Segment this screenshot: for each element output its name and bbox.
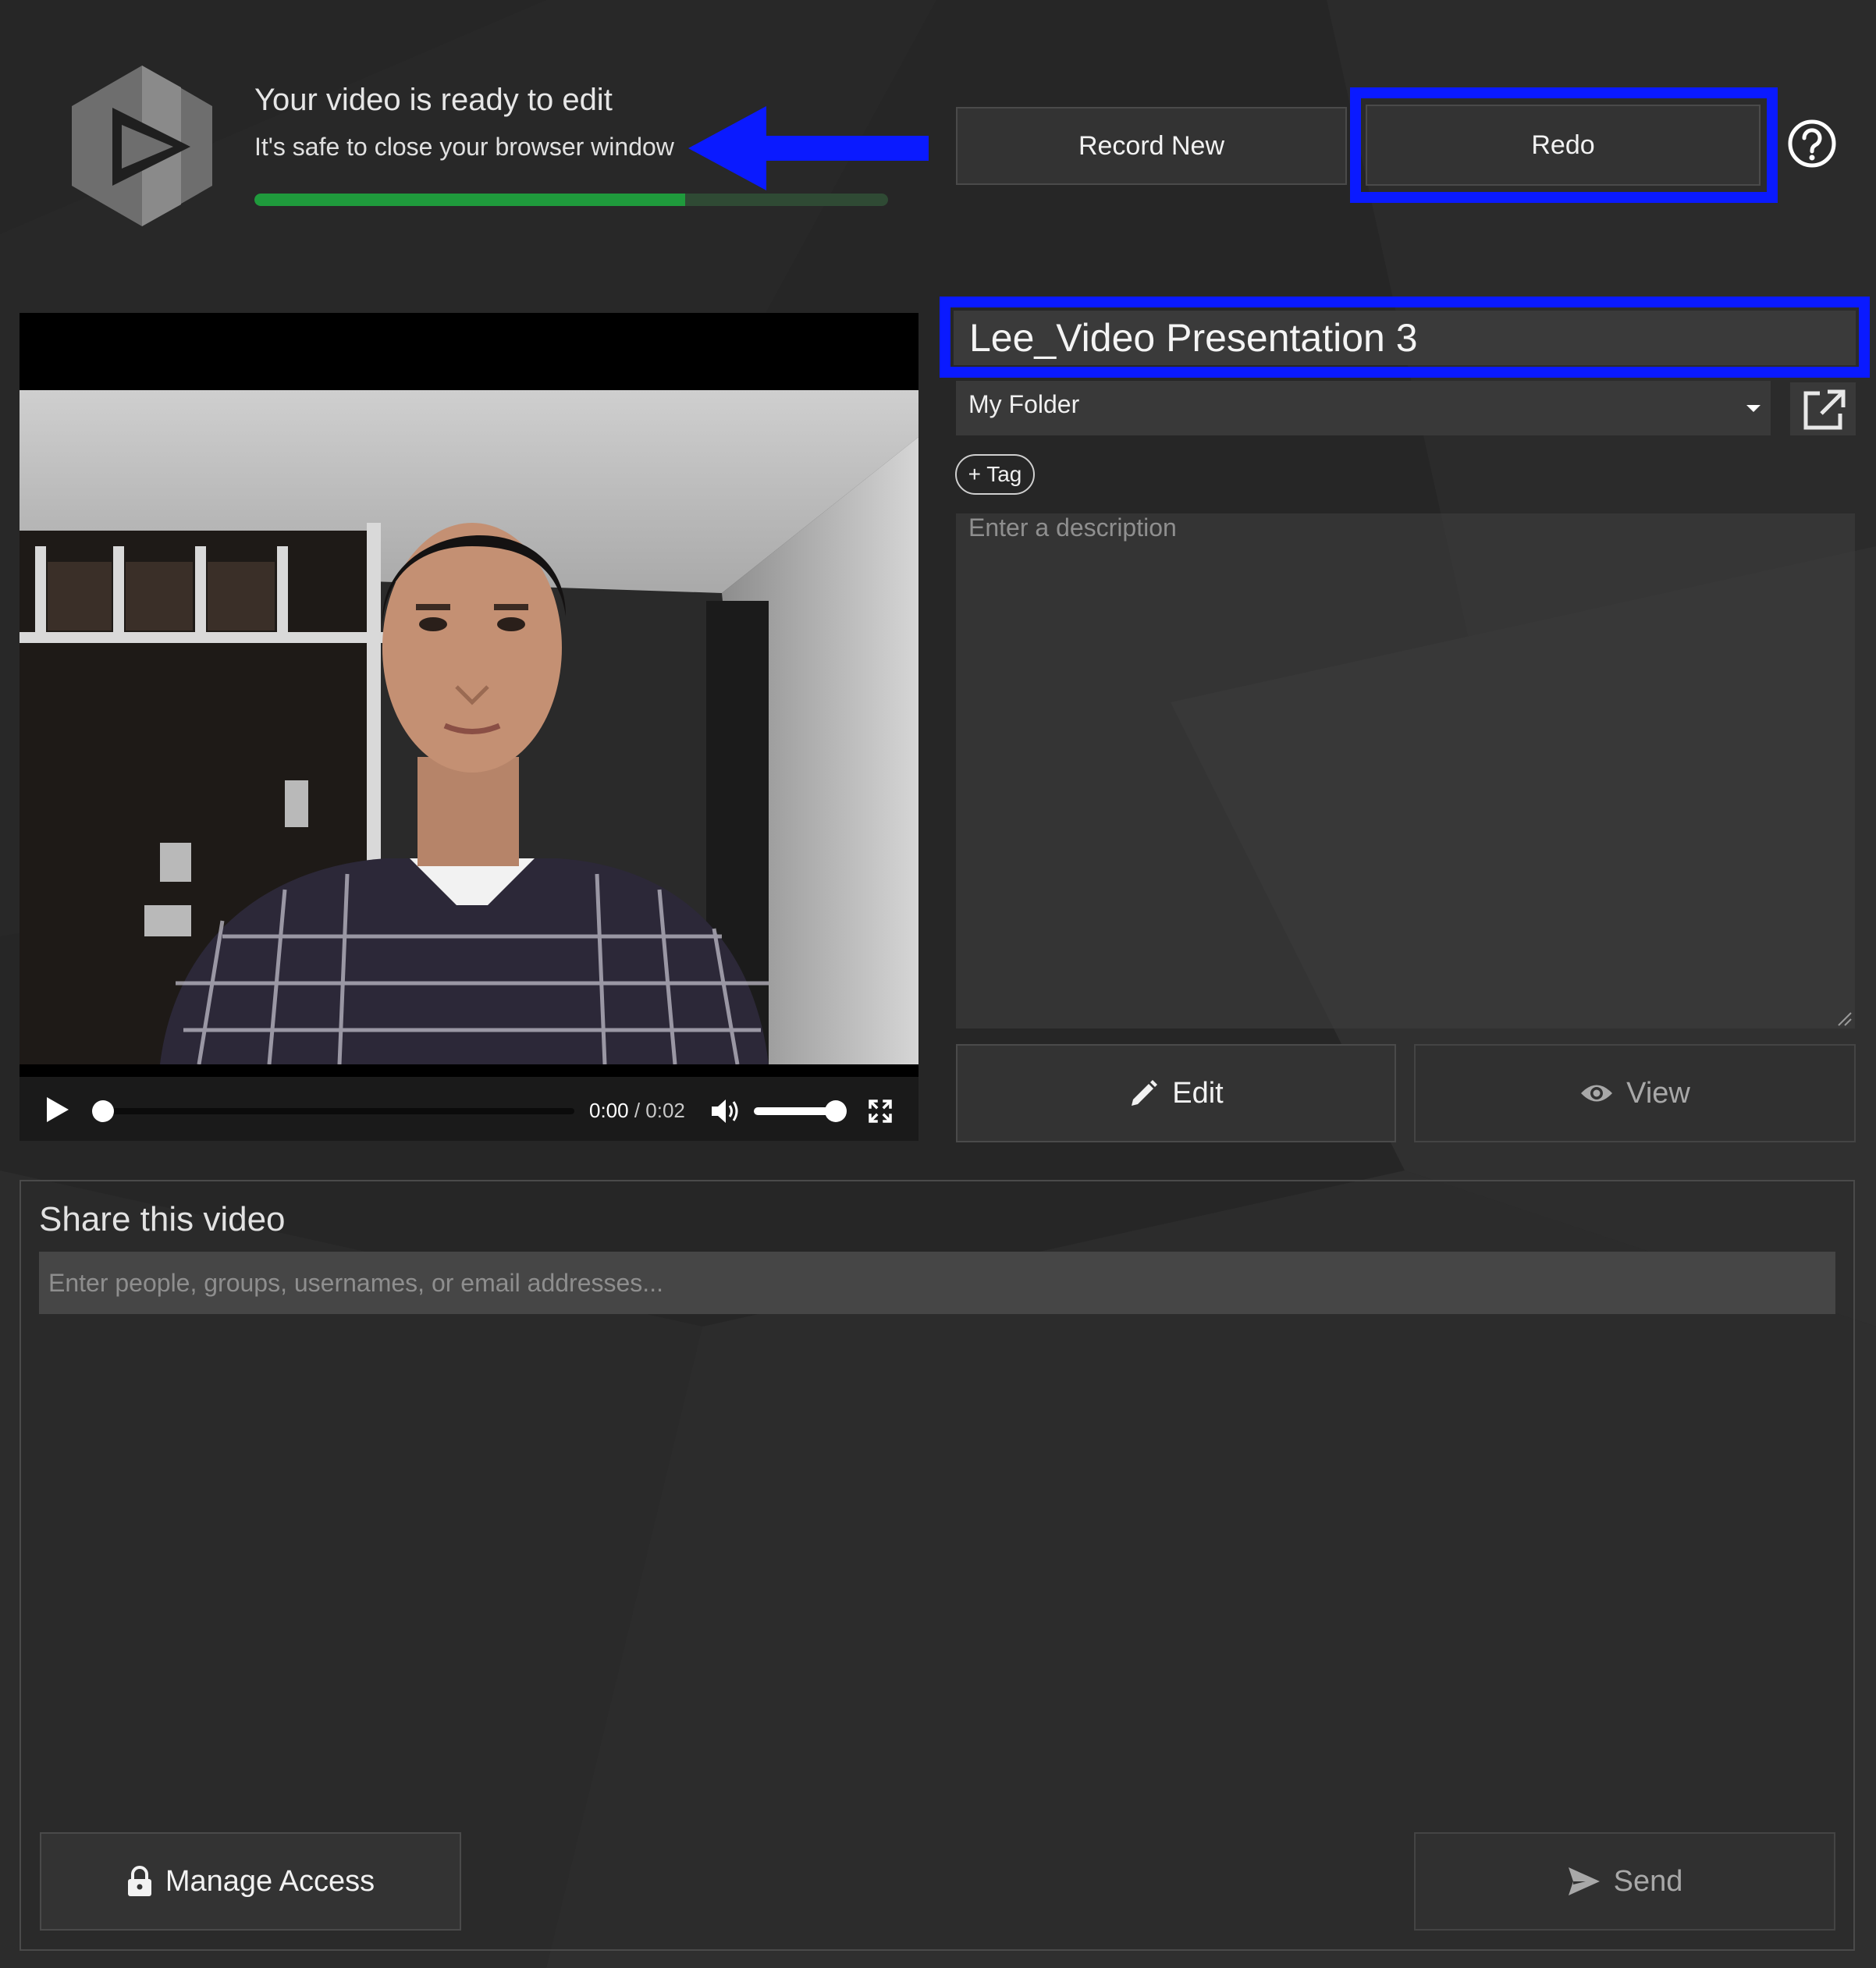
share-recipients-input[interactable]	[39, 1252, 1835, 1314]
redo-button[interactable]: Redo	[1366, 105, 1761, 186]
resize-grip-icon[interactable]	[1834, 1008, 1853, 1027]
seek-bar[interactable]	[100, 1108, 574, 1114]
fullscreen-icon[interactable]	[868, 1099, 893, 1124]
play-icon[interactable]	[44, 1094, 72, 1125]
add-tag-button[interactable]: + Tag	[955, 454, 1035, 495]
help-icon[interactable]	[1787, 119, 1837, 169]
edit-button[interactable]: Edit	[956, 1044, 1396, 1142]
send-icon	[1568, 1867, 1600, 1895]
view-button[interactable]: View	[1414, 1044, 1856, 1142]
folder-select-value: My Folder	[968, 390, 1080, 418]
time-display: 0:00 / 0:02	[589, 1099, 685, 1123]
pencil-icon	[1132, 1080, 1158, 1106]
record-new-button[interactable]: Record New	[956, 107, 1347, 185]
manage-access-label: Manage Access	[165, 1864, 375, 1898]
eye-icon	[1581, 1085, 1613, 1102]
duration: 0:02	[645, 1099, 685, 1122]
status-subtitle: It's safe to close your browser window	[254, 133, 674, 161]
lock-icon	[127, 1866, 151, 1896]
current-time: 0:00	[589, 1099, 629, 1122]
manage-access-button[interactable]: Manage Access	[40, 1832, 461, 1931]
external-link-icon	[1803, 389, 1846, 430]
caret-down-icon[interactable]	[1745, 403, 1762, 414]
time-separator: /	[628, 1099, 646, 1122]
video-frame	[20, 390, 918, 1064]
description-textarea[interactable]	[956, 513, 1855, 1028]
upload-progress-bar	[254, 194, 888, 206]
status-title: Your video is ready to edit	[254, 83, 613, 117]
panopto-logo	[72, 66, 212, 226]
annotation-arrow-icon	[688, 106, 929, 190]
edit-button-label: Edit	[1172, 1076, 1224, 1110]
open-folder-button[interactable]	[1790, 382, 1856, 435]
video-title-input[interactable]	[954, 311, 1856, 365]
volume-icon[interactable]	[710, 1097, 741, 1125]
send-button-label: Send	[1613, 1864, 1683, 1898]
view-button-label: View	[1626, 1076, 1690, 1110]
seek-handle[interactable]	[92, 1100, 114, 1122]
share-title: Share this video	[39, 1200, 286, 1238]
volume-handle[interactable]	[824, 1100, 847, 1122]
send-button[interactable]: Send	[1414, 1832, 1835, 1931]
upload-progress-fill	[254, 194, 686, 206]
